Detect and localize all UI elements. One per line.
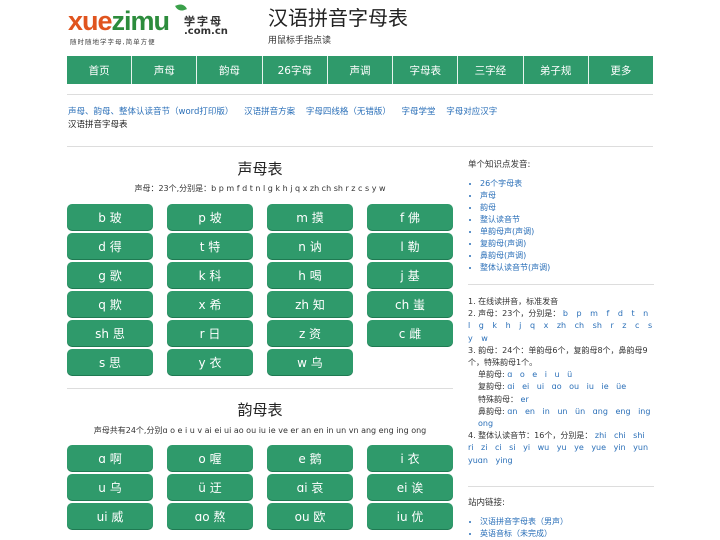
shengmu-desc: 声母：23个,分别是：b p m f d t n l g k h j q x z… [134,184,386,193]
page-title: 汉语拼音字母表 [268,6,408,30]
sidebar-link[interactable]: 整体认读音节(声调) [480,262,550,274]
note-2: 2. 声母：23个，分别是： b p m f d t n l g k h j q… [468,309,653,343]
yunmu-button[interactable]: ü 迂 [167,474,253,500]
site-links-heading: 站内链接: [468,498,505,508]
note-special: 特殊韵母： er [478,394,529,404]
sidebar-link[interactable]: 声母 [480,190,550,202]
main-nav: 首页 声母 韵母 26字母 声调 字母表 三字经 弟子规 更多 [67,56,653,84]
shengmu-button[interactable]: t 特 [167,233,253,259]
link-pinyin-scheme[interactable]: 汉语拼音方案 [244,107,295,117]
leaf-icon [175,2,187,13]
shengmu-button[interactable]: s 思 [67,349,153,375]
sidebar-link[interactable]: 复韵母(声调) [480,238,550,250]
yunmu-button[interactable]: iu 优 [367,503,453,529]
shengmu-button[interactable]: c 雌 [367,320,453,346]
shengmu-button[interactable]: w 乌 [267,349,353,375]
link-hanzi[interactable]: 字母对应汉字 [446,107,497,117]
site-logo[interactable]: xuezimu 学字母 .com.cn 随时随地学字母,简单方便 [68,2,258,46]
yunmu-button[interactable]: e 鹅 [267,445,353,471]
shengmu-button[interactable]: h 喝 [267,262,353,288]
shengmu-button[interactable]: f 佛 [367,204,453,230]
page-subtitle: 用鼠标手指点读 [268,36,332,46]
yunmu-button[interactable]: ou 欧 [267,503,353,529]
yunmu-button[interactable]: u 乌 [67,474,153,500]
note-nasal: 鼻韵母: ɑn en in un ün ɑng eng ing ong [478,406,651,429]
nav-item[interactable]: 韵母 [197,56,263,84]
sidebar-heading: 单个知识点发音: [468,160,531,170]
shengmu-button[interactable]: y 衣 [167,349,253,375]
sidebar-link[interactable]: 26个字母表 [480,178,550,190]
sidebar-link[interactable]: 汉语拼音字母表（男声） [480,516,568,528]
shengmu-button[interactable]: z 资 [267,320,353,346]
sidebar-link[interactable]: 鼻韵母(声调) [480,250,550,262]
shengmu-button[interactable]: zh 知 [267,291,353,317]
note-1: 1. 在线读拼音，标准发音 [468,297,559,306]
logo-domain: .com.cn [184,26,228,37]
nav-item[interactable]: 声调 [327,56,394,84]
shengmu-button[interactable]: q 欺 [67,291,153,317]
note-3: 3. 韵母：24个：单韵母6个，复韵母8个，鼻韵母9个，特殊韵母1个。 [468,345,648,368]
shengmu-button[interactable]: l 勒 [367,233,453,259]
note-compound: 复韵母: ɑi ei ui ɑo ou iu ie üe [478,382,627,392]
shengmu-button[interactable]: m 摸 [267,204,353,230]
note-single: 单韵母: ɑ o e i u ü [478,370,573,380]
sidebar-link[interactable]: 韵母 [480,202,550,214]
shengmu-button[interactable]: d 得 [67,233,153,259]
shengmu-button[interactable]: b 玻 [67,204,153,230]
sidebar-link[interactable]: 单韵母声(声调) [480,226,550,238]
yunmu-button[interactable]: ɑi 哀 [267,474,353,500]
nav-item[interactable]: 字母表 [393,56,459,84]
divider [468,486,654,487]
nav-item[interactable]: 弟子规 [523,56,589,84]
knowledge-list: 26个字母表 声母 韵母 整认读音节 单韵母声(声调) 复韵母(声调) 鼻韵母(… [468,178,550,274]
link-school[interactable]: 字母学堂 [402,107,436,117]
yunmu-button[interactable]: ei 诶 [367,474,453,500]
sidebar-link[interactable]: 英语音标（未完成） [480,528,568,540]
shengmu-button[interactable]: sh 思 [67,320,153,346]
yunmu-button[interactable]: ɑo 熬 [167,503,253,529]
pinyin-notes: 1. 在线读拼音，标准发音 2. 声母：23个，分别是： b p m f d t… [468,296,654,467]
note-4: 4. 整体认读音节：16个，分别是： zhi chi shi ri zi ci … [468,431,649,465]
shengmu-button[interactable]: r 日 [167,320,253,346]
yunmu-button[interactable]: ui 威 [67,503,153,529]
shengmu-button[interactable]: ch 蚩 [367,291,453,317]
shengmu-button[interactable]: j 基 [367,262,453,288]
yunmu-desc: 声母共有24个,分别ɑ o e i u v ai ei ui ao ou iu … [93,426,427,435]
logo-slogan: 随时随地学字母,简单方便 [70,38,156,46]
yunmu-button[interactable]: i 衣 [367,445,453,471]
nav-item[interactable]: 更多 [588,56,653,84]
divider [67,94,653,95]
shengmu-button[interactable]: p 坡 [167,204,253,230]
shengmu-button[interactable]: x 希 [167,291,253,317]
nav-item[interactable]: 26字母 [262,56,328,84]
yunmu-button[interactable]: ɑ 啊 [67,445,153,471]
shengmu-button[interactable]: n 讷 [267,233,353,259]
link-four-line[interactable]: 字母四线格（无错版） [306,107,391,117]
logo-wordmark: xuezimu [68,6,170,36]
yunmu-title: 韵母表 [237,401,283,419]
link-word-print[interactable]: 声母、韵母、整体认读音节（word打印版） [68,107,233,117]
divider [468,284,654,285]
breadcrumb: 汉语拼音字母表 [68,120,128,130]
sidebar-link[interactable]: 整认读音节 [480,214,550,226]
nav-item[interactable]: 首页 [67,56,133,84]
divider [67,146,653,147]
shengmu-title: 声母表 [237,160,283,178]
shengmu-button[interactable]: k 科 [167,262,253,288]
divider [67,388,453,389]
nav-item[interactable]: 三字经 [458,56,524,84]
site-links-list: 汉语拼音字母表（男声） 英语音标（未完成） [468,516,568,540]
shengmu-button[interactable]: g 歌 [67,262,153,288]
nav-item[interactable]: 声母 [132,56,198,84]
sub-links: 声母、韵母、整体认读音节（word打印版） 汉语拼音方案 字母四线格（无错版） … [68,105,505,130]
yunmu-button[interactable]: o 喔 [167,445,253,471]
